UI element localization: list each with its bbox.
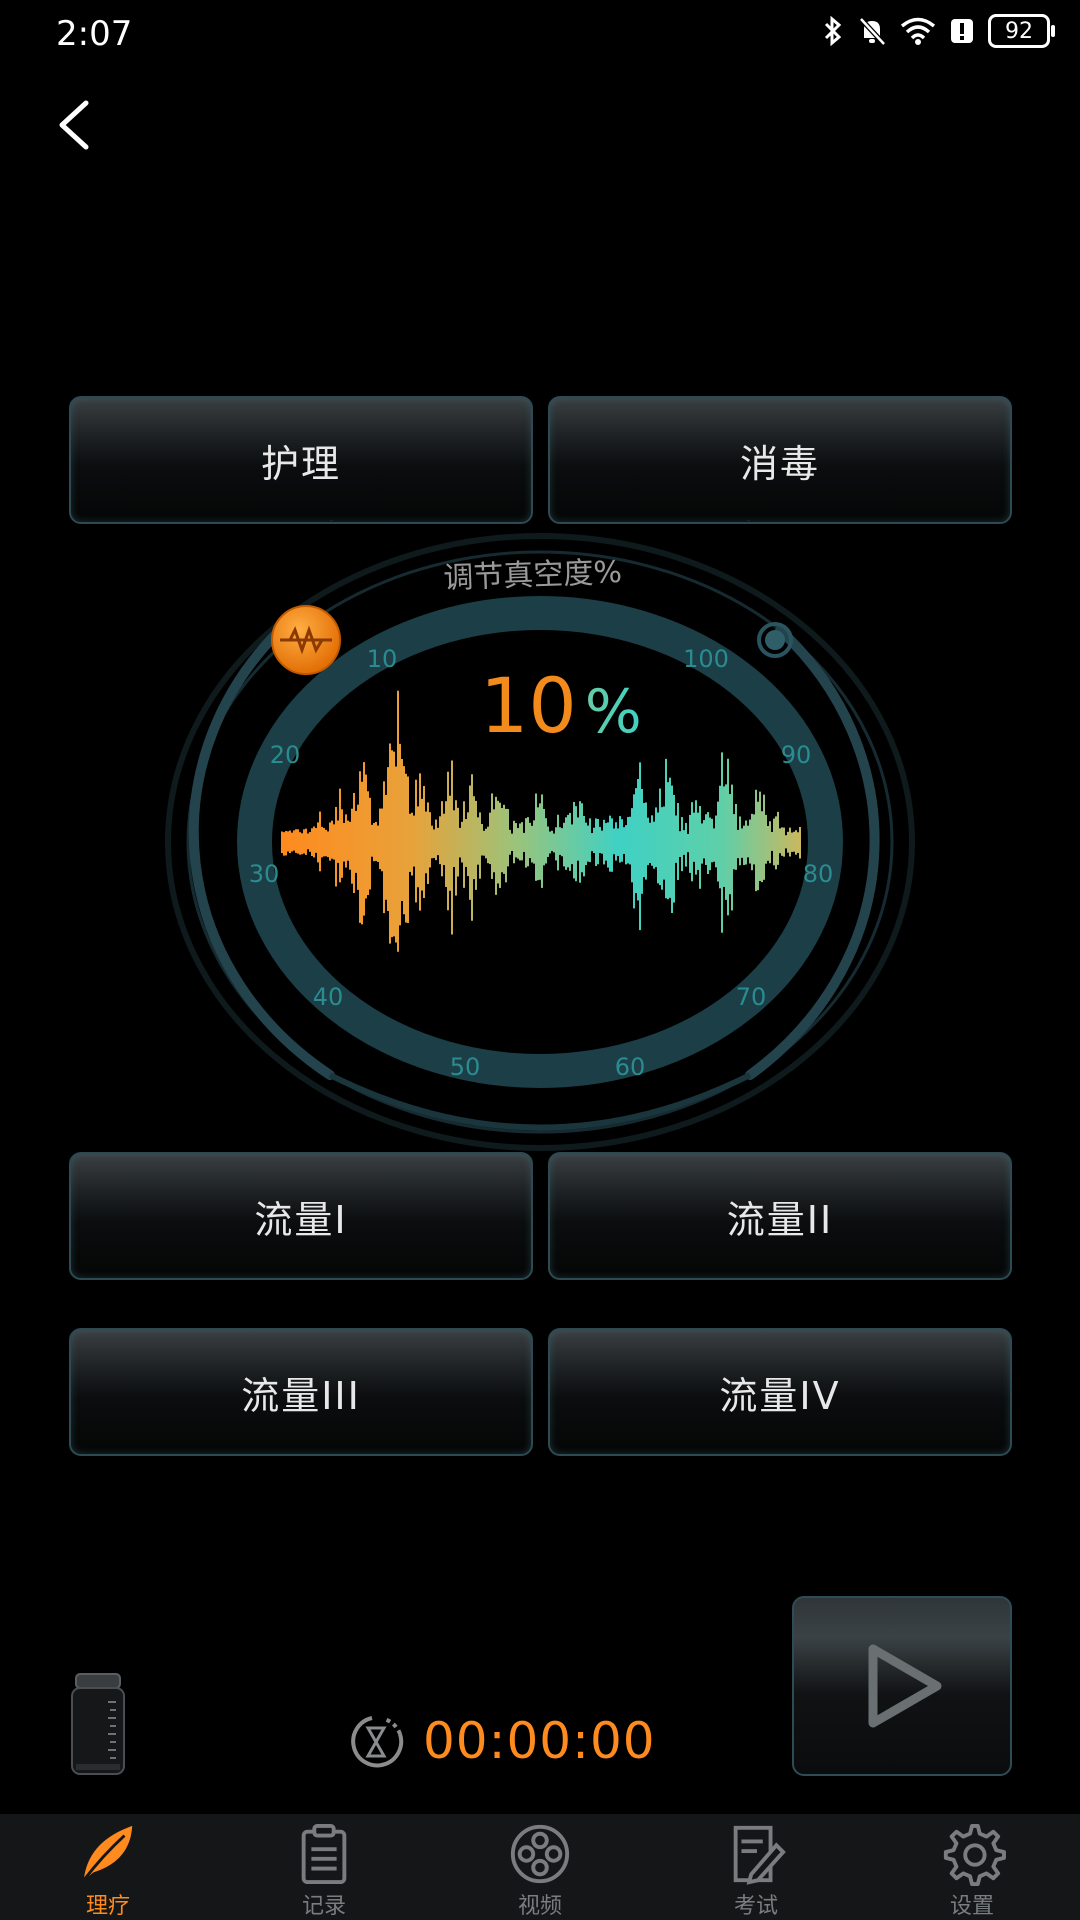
clipboard-icon [301, 1823, 347, 1885]
dial-title: 调节真空度% [443, 555, 623, 596]
tab-therapy[interactable]: 理疗 [0, 1814, 216, 1920]
tick-70: 70 [736, 983, 767, 1011]
tick-40: 40 [313, 983, 344, 1011]
flow-2-label: 流量II [726, 1197, 834, 1242]
tick-50: 50 [450, 1053, 481, 1081]
battery-level: 92 [1005, 18, 1033, 44]
tab-exam[interactable]: 考试 [648, 1814, 864, 1920]
tick-10: 10 [367, 645, 398, 673]
disinfect-label: 消毒 [739, 441, 820, 486]
tab-settings-label: 设置 [949, 1894, 994, 1919]
film-reel-icon [510, 1824, 570, 1884]
dial-value-unit: % [585, 677, 642, 747]
tick-60: 60 [615, 1053, 646, 1081]
tab-video[interactable]: 视频 [432, 1814, 648, 1920]
vacuum-dial[interactable]: 调节真空度% 10 20 30 40 50 60 70 80 90 100 10… [0, 520, 1080, 1200]
bluetooth-icon [824, 16, 842, 46]
battery-indicator: 92 [988, 14, 1055, 48]
flow-3-button[interactable]: 流量III [69, 1328, 533, 1456]
flow-2-button[interactable]: 流量II [548, 1152, 1012, 1280]
flow-1-button[interactable]: 流量I [69, 1152, 533, 1280]
dial-value-number: 10 [480, 661, 577, 750]
tab-settings[interactable]: 设置 [864, 1814, 1080, 1920]
leaf-icon [82, 1825, 133, 1882]
flow-1-label: 流量I [254, 1197, 348, 1242]
tab-video-label: 视频 [517, 1894, 562, 1919]
tab-exam-label: 考试 [733, 1894, 778, 1919]
nursing-mode-button[interactable]: 护理 [69, 396, 533, 524]
bottle-icon [71, 1673, 125, 1775]
flow-3-label: 流量III [241, 1373, 361, 1418]
flow-4-label: 流量IV [719, 1373, 841, 1418]
tab-therapy-label: 理疗 [85, 1894, 130, 1919]
status-time: 2:07 [56, 14, 133, 54]
tick-90: 90 [781, 741, 812, 769]
tab-records[interactable]: 记录 [216, 1814, 432, 1920]
disinfect-mode-button[interactable]: 消毒 [548, 396, 1012, 524]
tab-records-label: 记录 [301, 1894, 346, 1919]
exam-pen-icon [733, 1825, 786, 1885]
tick-80: 80 [803, 860, 834, 888]
play-icon [868, 1644, 942, 1728]
mute-bell-icon [859, 17, 886, 46]
wifi-icon [900, 17, 936, 45]
alert-icon [951, 19, 973, 43]
chevron-left-icon[interactable] [50, 95, 100, 155]
gear-icon [943, 1823, 1006, 1886]
nursing-label: 护理 [260, 441, 341, 486]
status-icons: 92 [822, 14, 1055, 48]
tick-30: 30 [249, 860, 280, 888]
bottom-tab-bar: 理疗 记录 视频 考试 设置 [0, 1814, 1080, 1920]
play-button[interactable] [792, 1596, 1012, 1776]
flow-4-button[interactable]: 流量IV [548, 1328, 1012, 1456]
hourglass-timer-icon [351, 1716, 404, 1768]
vacuum-knob[interactable] [271, 605, 341, 675]
tick-100: 100 [683, 645, 729, 673]
timer-display: 00:00:00 [423, 1712, 656, 1770]
tick-20: 20 [270, 741, 301, 769]
